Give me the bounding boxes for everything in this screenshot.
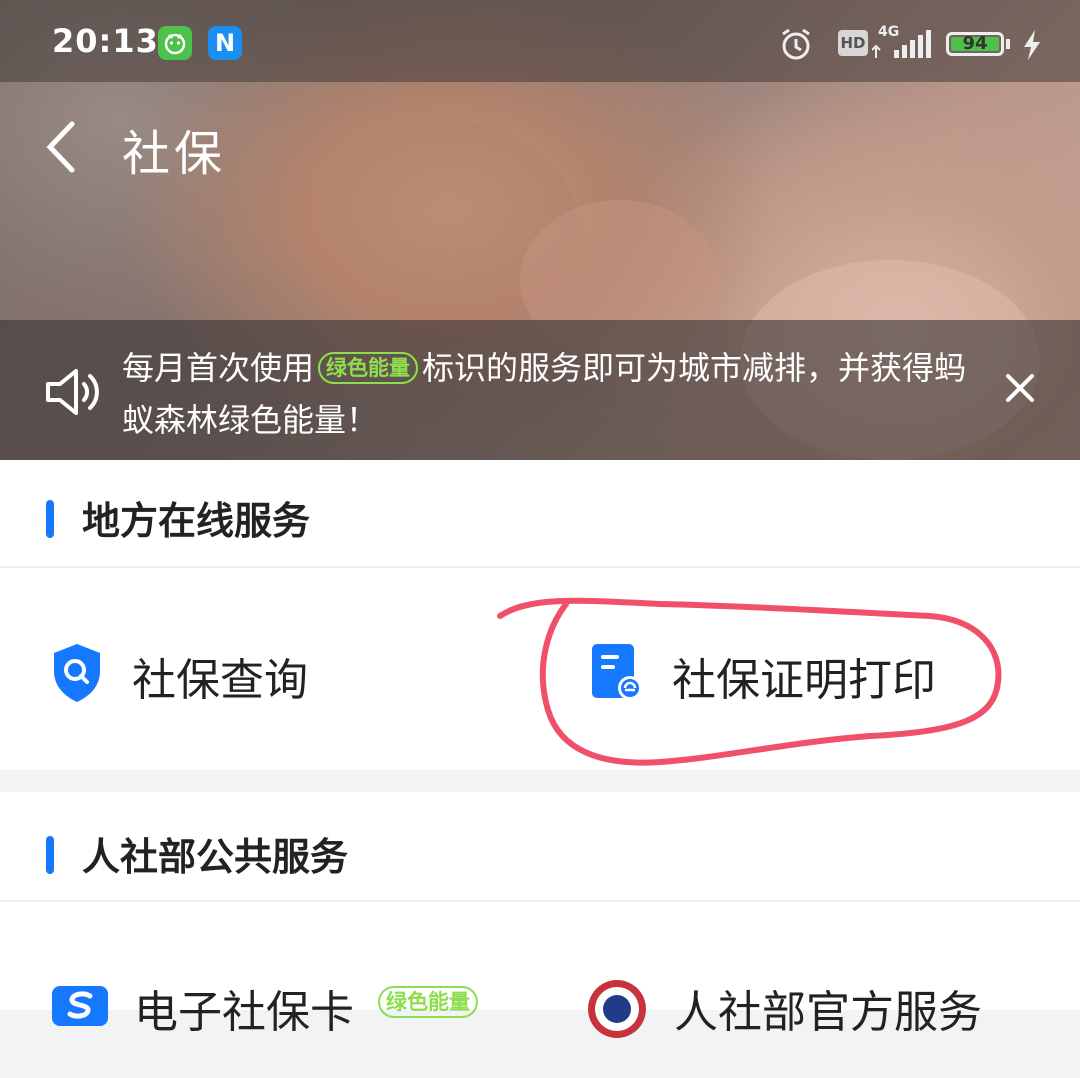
service-item-electronic-social-security-card[interactable]: 电子社保卡 绿色能量 [40, 968, 500, 1078]
status-bar: 20:13 N HD 4G 94 [0, 0, 1080, 82]
alarm-icon [778, 26, 814, 66]
section-accent-bar [46, 500, 54, 538]
ministry-seal-icon [586, 978, 648, 1044]
service-label: 电子社保卡 [134, 987, 354, 1038]
speaker-icon [42, 360, 106, 424]
section-header: 人社部公共服务 [0, 792, 1080, 902]
header-banner: 20:13 N HD 4G 94 社保 每月首次使用 绿色能量 标识的服务即可为… [0, 0, 1080, 460]
green-energy-tag: 绿色能量 [378, 986, 478, 1018]
chevron-left-icon [46, 121, 75, 173]
shield-search-icon [50, 642, 104, 708]
green-energy-notice: 每月首次使用 绿色能量 标识的服务即可为城市减排，并获得蚂蚁森林绿色能量！ [0, 320, 1080, 460]
battery-icon: 94 [946, 32, 1004, 56]
back-button[interactable] [36, 112, 96, 182]
service-item-ministry-official[interactable]: 人社部官方服务 [580, 968, 1040, 1078]
document-print-icon [590, 642, 646, 706]
section-accent-bar [46, 836, 54, 874]
section-title: 地方在线服务 [82, 499, 311, 543]
service-item-certificate-print[interactable]: 社保证明打印 [580, 620, 1040, 730]
service-label: 社保查询 [132, 655, 308, 706]
service-label: 人社部官方服务 [674, 987, 982, 1038]
notice-text: 每月首次使用 绿色能量 标识的服务即可为城市减排，并获得蚂蚁森林绿色能量！ [122, 349, 967, 439]
signal-icon [871, 28, 934, 64]
charging-icon [1022, 30, 1042, 64]
page-title: 社保 [122, 126, 227, 182]
social-security-card-icon [52, 986, 108, 1030]
public-services-section: 人社部公共服务 电子社保卡 绿色能量 人社部官方服务 [0, 792, 1080, 1038]
service-item-social-security-query[interactable]: 社保查询 [40, 620, 500, 730]
section-header: 地方在线服务 [0, 460, 1080, 568]
close-notice-button[interactable] [994, 362, 1046, 414]
status-time: 20:13 [52, 22, 159, 60]
notification-app-icon: N [208, 26, 242, 60]
service-label: 社保证明打印 [672, 655, 936, 706]
section-title: 人社部公共服务 [82, 835, 349, 879]
close-icon [1006, 374, 1034, 402]
hd-icon: HD [838, 30, 868, 56]
battery-level: 94 [962, 33, 988, 54]
green-energy-tag: 绿色能量 [318, 352, 419, 384]
notification-app-icon [158, 26, 192, 60]
local-services-section: 地方在线服务 社保查询 社保证明打印 [0, 460, 1080, 770]
